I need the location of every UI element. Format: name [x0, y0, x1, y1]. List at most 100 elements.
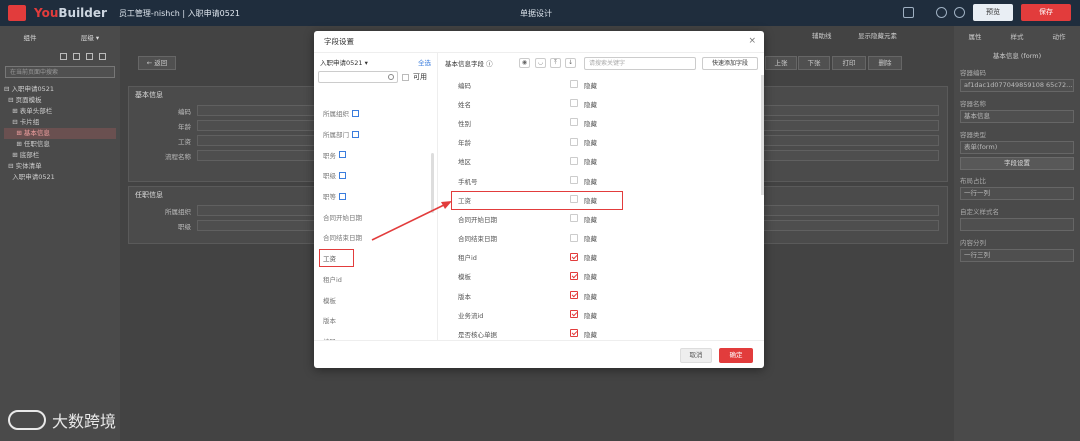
field-list-item[interactable]: 工资: [314, 248, 438, 269]
selected-field-row[interactable]: 合同结束日期 隐藏: [439, 229, 764, 248]
entity-select[interactable]: 入职申请0521 ▾: [320, 57, 368, 67]
cancel-button[interactable]: 取消: [680, 348, 712, 363]
hide-checkbox[interactable]: [570, 118, 578, 127]
quick-add-field-button[interactable]: 快速添加字段: [702, 57, 758, 70]
selected-field-row[interactable]: 手机号 隐藏: [439, 171, 764, 190]
property-input[interactable]: 表单(form): [960, 141, 1074, 154]
undo-icon[interactable]: [936, 7, 947, 18]
scrollbar[interactable]: [431, 153, 434, 213]
tab-hierarchy[interactable]: 层级 ▾: [60, 32, 120, 42]
save-button[interactable]: 保存: [1021, 4, 1071, 21]
hide-checkbox[interactable]: [570, 214, 578, 223]
tree-node[interactable]: 入职申请0521: [4, 172, 116, 183]
hide-checkbox[interactable]: [570, 329, 578, 338]
screen-icon[interactable]: [903, 7, 914, 18]
tab-style[interactable]: 样式: [996, 31, 1038, 41]
eye-off-icon[interactable]: ◡: [535, 58, 546, 68]
layout-icon[interactable]: [86, 52, 93, 60]
hide-checkbox[interactable]: [570, 156, 578, 165]
tree-node[interactable]: ⊞ 底部栏: [4, 150, 116, 161]
list-icon[interactable]: [99, 52, 106, 60]
selected-field-row[interactable]: 工资 隐藏: [439, 190, 764, 211]
field-list-item[interactable]: 编码: [314, 331, 438, 340]
collapse-icon[interactable]: [73, 52, 80, 60]
property-label: 容器编码: [960, 69, 986, 77]
scrollbar[interactable]: [761, 75, 764, 195]
selected-field-row[interactable]: 性别 隐藏: [439, 113, 764, 132]
field-list-item[interactable]: 职等: [314, 186, 438, 207]
field-name: 年龄: [458, 139, 471, 148]
tab-components[interactable]: 组件: [0, 32, 60, 42]
move-down-icon[interactable]: ↓: [565, 58, 576, 68]
hide-checkbox[interactable]: [570, 99, 578, 108]
hide-checkbox[interactable]: [570, 310, 578, 319]
tree-node[interactable]: ⊞ 表单头部栏: [4, 106, 116, 117]
tab-actions[interactable]: 动作: [1038, 31, 1080, 41]
field-list-item[interactable]: 合同结束日期: [314, 227, 438, 248]
field-name: 版本: [323, 317, 336, 326]
show-hidden-option[interactable]: 显示隐藏元素: [858, 30, 897, 40]
delete-button[interactable]: 删除: [868, 56, 902, 70]
property-input[interactable]: 一行一列: [960, 187, 1074, 200]
field-list-item[interactable]: 版本: [314, 310, 438, 331]
selected-field-row[interactable]: 业务流id 隐藏: [439, 305, 764, 324]
field-list-item[interactable]: 所属部门: [314, 124, 438, 145]
left-search-input[interactable]: 在当前页面中搜索: [5, 66, 115, 78]
selected-field-row[interactable]: 模板 隐藏: [439, 267, 764, 286]
back-button[interactable]: ← 返回: [138, 56, 176, 70]
hide-checkbox[interactable]: [570, 252, 578, 261]
field-settings-button[interactable]: 字段设置: [960, 157, 1074, 170]
field-list-item[interactable]: 职级: [314, 165, 438, 186]
selected-field-row[interactable]: 年龄 隐藏: [439, 133, 764, 152]
property-input[interactable]: [960, 218, 1074, 231]
selected-field-row[interactable]: 是否核心单据 隐藏: [439, 324, 764, 340]
hide-checkbox[interactable]: [570, 175, 578, 184]
guide-lines-option[interactable]: 辅助线: [812, 30, 832, 40]
field-list-item[interactable]: 租户id: [314, 269, 438, 290]
property-input[interactable]: 一行三列: [960, 249, 1074, 262]
field-search-input[interactable]: [318, 71, 398, 83]
expand-icon[interactable]: [60, 52, 67, 60]
close-icon[interactable]: ×: [748, 36, 756, 46]
hide-checkbox[interactable]: [570, 80, 578, 88]
selected-field-row[interactable]: 地区 隐藏: [439, 152, 764, 171]
tree-node[interactable]: ⊞ 基本信息: [4, 128, 116, 139]
selected-field-row[interactable]: 租户id 隐藏: [439, 248, 764, 267]
field-list-item[interactable]: 职务: [314, 144, 438, 165]
next-button[interactable]: 下张: [798, 56, 830, 70]
tree-node[interactable]: ⊟ 入职申请0521: [4, 84, 116, 95]
tree-node[interactable]: ⊟ 实体清单: [4, 161, 116, 172]
available-checkbox[interactable]: [402, 73, 409, 81]
property-input[interactable]: af1dac1d077049859108 65c72...: [960, 79, 1074, 92]
keyword-search-input[interactable]: 请搜索关键字: [584, 57, 696, 70]
tree-node[interactable]: ⊞ 任职信息: [4, 139, 116, 150]
redo-icon[interactable]: [954, 7, 965, 18]
hide-checkbox[interactable]: [570, 137, 578, 146]
select-all-link[interactable]: 全选: [418, 57, 431, 67]
print-button[interactable]: 打印: [832, 56, 866, 70]
confirm-button[interactable]: 确定: [719, 348, 753, 363]
brand-you: You: [34, 6, 59, 20]
hide-label: 隐藏: [584, 215, 597, 224]
prev-button[interactable]: 上张: [765, 56, 797, 70]
hide-checkbox[interactable]: [570, 271, 578, 280]
property-input[interactable]: 基本信息: [960, 110, 1074, 123]
selected-field-row[interactable]: 姓名 隐藏: [439, 94, 764, 113]
field-list-item[interactable]: 所属组织: [314, 103, 438, 124]
field-list-item[interactable]: 模板: [314, 289, 438, 310]
preview-button[interactable]: 预览: [973, 4, 1013, 21]
tree-node[interactable]: ⊟ 页面模板: [4, 95, 116, 106]
hide-checkbox[interactable]: [570, 233, 578, 242]
tree-node[interactable]: ⊟ 卡片组: [4, 117, 116, 128]
tab-properties[interactable]: 属性: [954, 31, 996, 41]
move-top-icon[interactable]: ⤒: [550, 58, 561, 68]
selected-field-row[interactable]: 版本 隐藏: [439, 286, 764, 305]
selected-field-row[interactable]: 合同开始日期 隐藏: [439, 209, 764, 228]
eye-icon[interactable]: ◉: [519, 58, 530, 68]
selected-field-row[interactable]: 编码 隐藏: [439, 75, 764, 94]
property-label: 自定义样式名: [960, 208, 999, 216]
field-list-item[interactable]: 合同开始日期: [314, 206, 438, 227]
hide-checkbox[interactable]: [570, 195, 578, 204]
hide-checkbox[interactable]: [570, 291, 578, 300]
field-name: 合同结束日期: [458, 235, 497, 244]
